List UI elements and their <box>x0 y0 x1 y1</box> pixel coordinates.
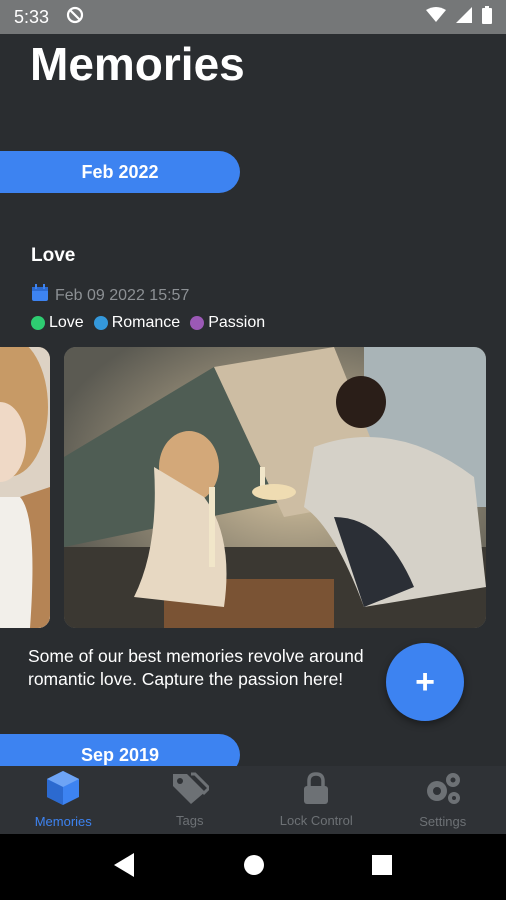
bottom-navigation: Memories Tags Lock Control Settings <box>0 766 506 834</box>
memory-date: Feb 09 2022 15:57 <box>31 284 189 307</box>
tag-dot <box>93 316 108 330</box>
status-bar: 5:33 <box>0 0 506 34</box>
signal-icon <box>456 6 472 28</box>
memory-date-text: Feb 09 2022 15:57 <box>55 286 190 304</box>
month-header-feb-2022[interactable]: Feb 2022 <box>0 151 240 193</box>
nav-label: Memories <box>34 814 92 829</box>
status-time: 5:33 <box>14 6 50 27</box>
nav-label: Tags <box>176 813 204 828</box>
tag-love[interactable]: Love <box>31 314 84 332</box>
gears-icon <box>423 771 463 808</box>
memory-photo-previous[interactable] <box>0 347 50 628</box>
lock-icon <box>303 772 329 807</box>
calendar-icon <box>31 284 49 307</box>
home-icon[interactable] <box>243 854 265 881</box>
tag-label: Romance <box>111 314 181 331</box>
tag-label: Love <box>49 314 84 331</box>
nav-label: Settings <box>419 814 467 829</box>
memory-photo[interactable] <box>64 347 486 628</box>
memory-caption: Some of our best memories revolve around… <box>28 646 364 689</box>
nav-settings[interactable]: Settings <box>380 771 506 829</box>
system-navigation-bar <box>0 834 506 900</box>
memory-title[interactable]: Love <box>31 245 75 267</box>
page-title: Memories <box>30 38 245 90</box>
back-icon[interactable] <box>113 852 136 882</box>
tag-list: Love Romance Passion <box>31 314 265 332</box>
battery-icon <box>482 5 492 29</box>
tag-dot <box>31 316 45 330</box>
tag-passion[interactable]: Passion <box>190 314 265 332</box>
nav-lock-control[interactable]: Lock Control <box>253 772 379 828</box>
cube-icon <box>45 771 81 808</box>
tags-icon <box>171 772 211 807</box>
wifi-icon <box>426 6 446 28</box>
recents-icon[interactable] <box>372 854 393 880</box>
add-memory-button[interactable]: + <box>386 643 464 721</box>
tag-dot <box>190 316 205 330</box>
nav-memories[interactable]: Memories <box>0 771 126 829</box>
tag-label: Passion <box>208 314 266 331</box>
nav-tags[interactable]: Tags <box>127 772 253 828</box>
data-saver-icon <box>65 5 85 30</box>
tag-romance[interactable]: Romance <box>93 314 181 332</box>
nav-label: Lock Control <box>279 813 353 828</box>
